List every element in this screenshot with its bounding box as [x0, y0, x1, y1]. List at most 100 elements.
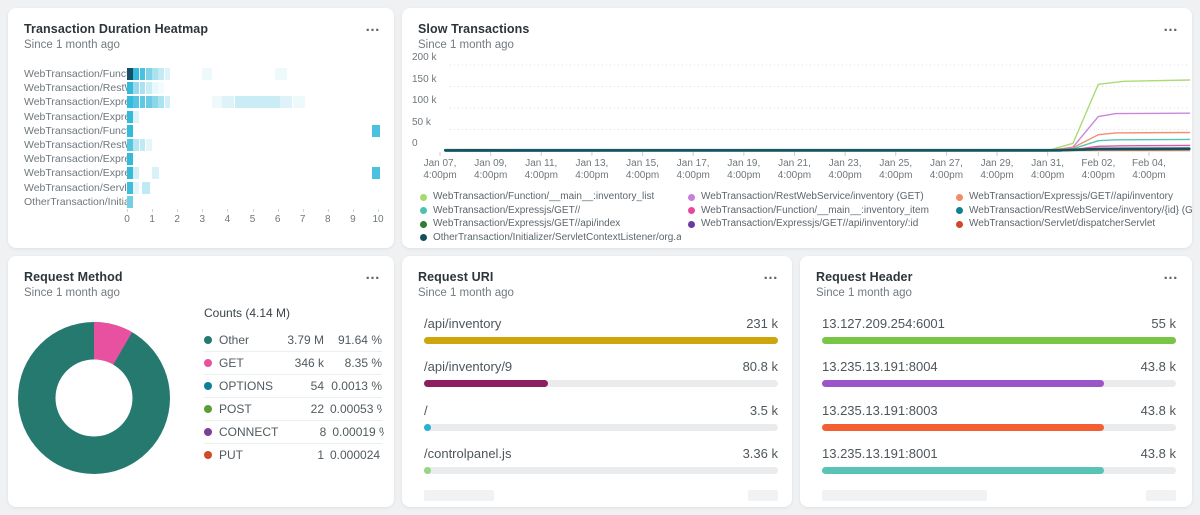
heatmap-cell	[133, 68, 139, 80]
legend-label: WebTransaction/RestWebService/inventory/…	[969, 205, 1192, 216]
legend-dot-icon	[688, 194, 695, 201]
bar-track	[424, 467, 778, 474]
x-axis-date: Jan 07,	[414, 158, 466, 170]
bar-fill	[424, 380, 548, 387]
legend-item[interactable]: WebTransaction/Function/__main__:invento…	[420, 191, 681, 205]
x-axis-label: Jan 19,4:00pm	[718, 158, 770, 181]
heatmap-cell	[158, 82, 164, 94]
request-header-widget: Request Header Since 1 month ago … 13.12…	[800, 256, 1192, 507]
heatmap-row: WebTransaction/Expre...	[24, 95, 389, 109]
heatmap-cell	[165, 68, 171, 80]
bar-track	[822, 380, 1176, 387]
legend-item[interactable]: WebTransaction/Expressjs/GET//api/invent…	[956, 191, 1192, 205]
heatmap-cell	[127, 68, 133, 80]
heatmap-row-cells	[127, 166, 389, 180]
legend-label: WebTransaction/Function/__main__:invento…	[701, 205, 929, 216]
legend-dot-icon	[420, 207, 427, 214]
heatmap-axis-tick	[378, 209, 379, 212]
legend-column: WebTransaction/Expressjs/GET//api/invent…	[956, 191, 1192, 232]
heatmap-row-label: WebTransaction/Expre...	[24, 111, 127, 123]
heatmap-row-label: OtherTransaction/Initia...	[24, 196, 127, 208]
ellipsis-menu-icon[interactable]: …	[763, 266, 778, 284]
heatmap-row-label: WebTransaction/Servle...	[24, 182, 127, 194]
widget-subtitle: Since 1 month ago	[24, 287, 378, 299]
method-table-row: Other3.79 M91.64 %	[204, 329, 382, 351]
heatmap-cell	[142, 182, 150, 194]
method-table-row: PUT10.000024 %	[204, 443, 382, 466]
legend-item[interactable]: WebTransaction/Function/__main__:invento…	[688, 205, 929, 219]
heatmap-row-cells	[127, 138, 389, 152]
legend-label: OtherTransaction/Initializer/ServletCont…	[433, 232, 681, 243]
bar-list-row: 13.235.13.191:800443.8 k	[822, 359, 1176, 399]
heatmap-cell	[133, 82, 139, 94]
heatmap-cell	[146, 82, 152, 94]
bar-row-value: 231 k	[746, 316, 778, 331]
heatmap-row-label: WebTransaction/Functi...	[24, 68, 127, 80]
heatmap-row: WebTransaction/Functi...	[24, 124, 389, 138]
heatmap-cell	[158, 96, 164, 108]
bar-row-value: 3.5 k	[750, 403, 778, 418]
ellipsis-menu-icon[interactable]: …	[365, 266, 380, 284]
heatmap-axis-tick	[127, 209, 128, 212]
legend-item[interactable]: WebTransaction/Servlet/dispatcherServlet	[956, 218, 1192, 232]
method-counts-table: Counts (4.14 M) Other3.79 M91.64 %GET346…	[204, 306, 382, 466]
heatmap-axis-tick	[253, 209, 254, 212]
method-percent: 0.00019 %	[332, 425, 384, 439]
widget-title: Transaction Duration Heatmap	[24, 22, 378, 36]
legend-item[interactable]: WebTransaction/RestWebService/inventory/…	[956, 205, 1192, 219]
ellipsis-menu-icon[interactable]: …	[365, 18, 380, 36]
legend-dot-icon	[204, 428, 212, 436]
heatmap-axis-tick	[328, 209, 329, 212]
x-axis-label: Jan 09,4:00pm	[465, 158, 517, 181]
method-count: 22	[276, 402, 324, 416]
x-axis-date: Jan 15,	[617, 158, 669, 170]
x-axis-label: Jan 11,4:00pm	[515, 158, 567, 181]
legend-item[interactable]: WebTransaction/Expressjs/GET//api/index	[420, 218, 681, 232]
heatmap-cell	[127, 125, 133, 137]
legend-column: WebTransaction/Function/__main__:invento…	[420, 191, 681, 245]
x-axis-label: Jan 17,4:00pm	[667, 158, 719, 181]
heatmap-cell	[293, 96, 305, 108]
bar-track	[822, 424, 1176, 431]
heatmap-widget-header: Transaction Duration Heatmap Since 1 mon…	[8, 8, 394, 51]
widget-subtitle: Since 1 month ago	[24, 39, 378, 51]
legend-item[interactable]: WebTransaction/Expressjs/GET//api/invent…	[688, 218, 929, 232]
heatmap-cell	[152, 167, 159, 179]
heatmap-cell	[133, 111, 139, 123]
heatmap-row-label: WebTransaction/Functi...	[24, 125, 127, 137]
heatmap-cell	[146, 68, 152, 80]
ellipsis-menu-icon[interactable]: …	[1163, 266, 1178, 284]
heatmap-row-cells	[127, 95, 389, 109]
heatmap-row-label: WebTransaction/RestW...	[24, 139, 127, 151]
bar-row-label: 13.235.13.191:8003	[822, 403, 938, 418]
heatmap-axis-label: 2	[167, 214, 187, 225]
method-name: CONNECT	[219, 425, 278, 439]
bar-fill	[822, 424, 1104, 431]
heatmap-cell	[133, 182, 139, 194]
heatmap-row: WebTransaction/Servle...	[24, 181, 389, 195]
heatmap-row: WebTransaction/Expre...	[24, 110, 389, 124]
bar-row-label: /api/inventory/9	[424, 359, 512, 374]
heatmap-row-cells	[127, 152, 389, 166]
x-axis-date: Jan 09,	[465, 158, 517, 170]
heatmap-axis-tick	[152, 209, 153, 212]
method-percent: 0.0013 %	[330, 379, 382, 393]
heatmap-axis-label: 1	[142, 214, 162, 225]
heatmap-row-cells	[127, 67, 389, 81]
legend-item[interactable]: WebTransaction/Expressjs/GET//	[420, 205, 681, 219]
widget-subtitle: Since 1 month ago	[816, 287, 1176, 299]
x-axis-time: 4:00pm	[1072, 170, 1124, 182]
heatmap-cell	[372, 167, 380, 179]
heatmap-row-label: WebTransaction/RestW...	[24, 82, 127, 94]
method-name: OPTIONS	[219, 379, 273, 393]
heatmap-cell	[372, 125, 380, 137]
heatmap-row: WebTransaction/Expre...	[24, 152, 389, 166]
legend-dot-icon	[956, 207, 963, 214]
heatmap-row-cells	[127, 124, 389, 138]
legend-item[interactable]: OtherTransaction/Initializer/ServletCont…	[420, 232, 681, 246]
x-axis-label: Jan 15,4:00pm	[617, 158, 669, 181]
legend-item[interactable]: WebTransaction/RestWebService/inventory …	[688, 191, 929, 205]
x-axis-date: Jan 23,	[819, 158, 871, 170]
legend-dot-icon	[204, 382, 212, 390]
method-count: 8	[278, 425, 326, 439]
